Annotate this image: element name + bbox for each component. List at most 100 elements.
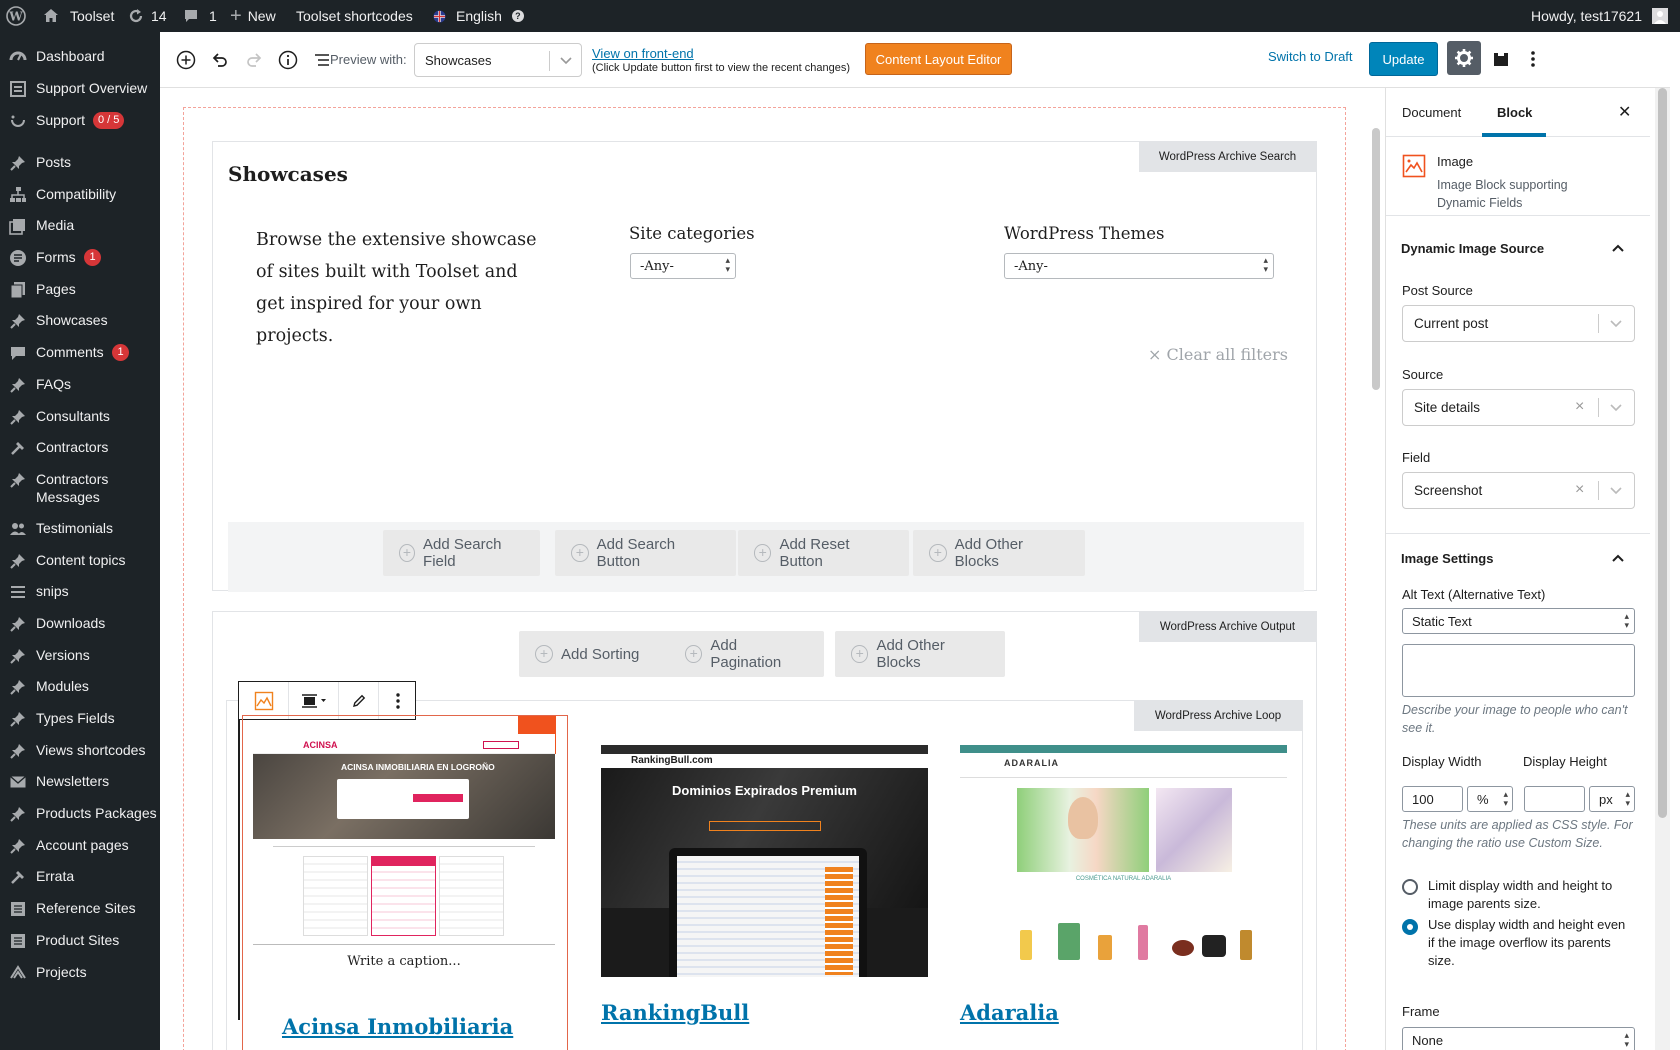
sidebar-item-posts[interactable]: Posts (0, 150, 160, 174)
page-scrollbar[interactable] (1655, 88, 1670, 1050)
sidebar-item-support-overview[interactable]: Support Overview (0, 76, 160, 100)
sidebar-item-contractors[interactable]: Contractors (0, 435, 160, 459)
sidebar-item-consultants[interactable]: Consultants (0, 404, 160, 428)
update-button[interactable]: Update (1369, 42, 1438, 76)
radio-limit-size[interactable] (1402, 879, 1418, 895)
frame-select[interactable]: None ▴ ▾ (1402, 1027, 1635, 1050)
undo-button[interactable] (204, 44, 236, 76)
radio-use-display-size[interactable] (1402, 919, 1418, 935)
card-title-acinsa[interactable]: Acinsa Inmobiliaria (282, 1014, 513, 1039)
plus-circle-icon: + (399, 544, 416, 562)
source-select[interactable]: Site details × (1402, 389, 1635, 426)
sidebar-item-showcases[interactable]: Showcases (0, 308, 160, 332)
sidebar-item-content-topics[interactable]: Content topics (0, 548, 160, 572)
sidebar-item-downloads[interactable]: Downloads (0, 611, 160, 635)
updates-link[interactable]: 14 (127, 0, 167, 32)
new-content-link[interactable]: + New (230, 0, 276, 32)
add-search-button-button[interactable]: + Add Search Button (555, 530, 736, 576)
display-width-input[interactable]: 100 (1402, 786, 1463, 812)
sidebar-item-contractors-messages[interactable]: Contractors Messages (0, 467, 160, 507)
sidebar-item-comments[interactable]: Comments 1 (0, 340, 160, 364)
edit-button[interactable] (339, 682, 378, 719)
clear-icon[interactable]: × (1575, 481, 1584, 499)
sidebar-item-errata[interactable]: Errata (0, 864, 160, 888)
add-block-button[interactable] (170, 44, 202, 76)
sidebar-item-pages[interactable]: Pages (0, 277, 160, 301)
display-height-unit-select[interactable]: px ▴ ▾ (1589, 786, 1635, 812)
sidebar-item-support[interactable]: Support 0 / 5 (0, 108, 160, 132)
themes-select[interactable]: -Any- ▴ ▾ (1004, 253, 1274, 279)
sidebar-item-label: Consultants (36, 408, 110, 424)
sidebar-item-snips[interactable]: snips (0, 579, 160, 603)
settings-button[interactable] (1447, 41, 1481, 75)
my-account[interactable]: Howdy, test17621 (1531, 0, 1668, 32)
canvas-scrollbar[interactable] (1372, 128, 1380, 390)
field-select[interactable]: Screenshot × (1402, 472, 1635, 509)
height-unit-value: px (1599, 791, 1613, 807)
toolset-shortcodes-link[interactable]: Toolset shortcodes (296, 0, 413, 32)
add-pagination-button[interactable]: + Add Pagination (669, 631, 824, 677)
dynamic-source-title[interactable]: Dynamic Image Source (1401, 241, 1544, 256)
chevron-down-icon (1610, 403, 1622, 411)
sidebar-item-testimonials[interactable]: Testimonials (0, 516, 160, 540)
close-icon[interactable]: ✕ (1618, 102, 1631, 122)
sidebar-item-products-packages[interactable]: Products Packages (0, 801, 160, 825)
add-search-field-button[interactable]: + Add Search Field (383, 530, 540, 576)
sidebar-item-forms[interactable]: Forms 1 (0, 245, 160, 269)
add-reset-button-button[interactable]: + Add Reset Button (738, 530, 909, 576)
align-button[interactable] (289, 682, 339, 719)
display-height-input[interactable] (1524, 786, 1585, 812)
image-block-type-button[interactable] (239, 682, 289, 719)
alt-text-source-select[interactable]: Static Text ▴ ▾ (1402, 608, 1635, 634)
sidebar-item-dashboard[interactable]: Dashboard (0, 44, 160, 68)
sidebar-item-projects[interactable]: Projects (0, 960, 160, 984)
language-switcher[interactable]: English ? (433, 0, 524, 32)
card-title-adaralia[interactable]: Adaralia (960, 1000, 1059, 1025)
sidebar-item-types-fields[interactable]: Types Fields (0, 706, 160, 730)
sidebar-item-reference-sites[interactable]: Reference Sites (0, 896, 160, 920)
clear-icon[interactable]: × (1575, 398, 1584, 416)
wordpress-logo-icon[interactable]: W (6, 0, 26, 32)
site-name-link[interactable]: Toolset (42, 0, 114, 32)
sidebar-item-faqs[interactable]: FAQs (0, 372, 160, 396)
help-icon[interactable]: ? (511, 10, 524, 22)
add-other-blocks-button[interactable]: + Add Other Blocks (913, 530, 1085, 576)
switch-to-draft-button[interactable]: Switch to Draft (1268, 49, 1353, 64)
tab-document[interactable]: Document (1402, 105, 1461, 120)
sidebar-item-versions[interactable]: Versions (0, 643, 160, 667)
comments-link[interactable]: 1 (183, 0, 217, 32)
toolset-panel-button[interactable] (1485, 43, 1517, 75)
block-more-button[interactable] (378, 682, 416, 719)
projects-icon (8, 963, 28, 983)
sidebar-item-modules[interactable]: Modules (0, 674, 160, 698)
plus-circle-icon: + (929, 544, 947, 562)
post-source-select[interactable]: Current post (1402, 305, 1635, 342)
add-other-blocks-button[interactable]: + Add Other Blocks (835, 631, 1005, 677)
site-categories-select[interactable]: -Any- ▴ ▾ (630, 253, 736, 279)
sidebar-item-compatibility[interactable]: Compatibility (0, 182, 160, 206)
add-sorting-button[interactable]: + Add Sorting (519, 631, 674, 677)
info-button[interactable] (272, 44, 304, 76)
sidebar-item-account-pages[interactable]: Account pages (0, 833, 160, 857)
archive-search-block[interactable]: WordPress Archive Search Showcases Brows… (212, 141, 1317, 592)
chevron-up-icon[interactable] (1611, 243, 1625, 253)
image-settings-title[interactable]: Image Settings (1401, 551, 1493, 566)
content-layout-editor-button[interactable]: Content Layout Editor (865, 43, 1012, 75)
clear-filters-link[interactable]: × Clear all filters (1148, 345, 1288, 364)
chevron-up-icon[interactable] (1611, 553, 1625, 563)
sidebar-item-product-sites[interactable]: Product Sites (0, 928, 160, 952)
tab-block[interactable]: Block (1497, 105, 1532, 120)
caption-input[interactable]: Write a caption... (253, 954, 555, 969)
preview-select[interactable]: Showcases (414, 43, 582, 77)
sidebar-item-views-shortcodes[interactable]: Views shortcodes (0, 738, 160, 762)
users-icon (8, 519, 28, 539)
alt-text-textarea[interactable] (1402, 644, 1635, 697)
plus-circle-icon: + (535, 645, 553, 663)
view-on-frontend-link[interactable]: View on front-end (592, 46, 694, 61)
card-title-rankingbull[interactable]: RankingBull (601, 1000, 749, 1025)
sidebar-item-media[interactable]: Media (0, 213, 160, 237)
display-width-unit-select[interactable]: % ▴ ▾ (1467, 786, 1513, 812)
sidebar-item-newsletters[interactable]: Newsletters (0, 769, 160, 793)
more-options-button[interactable] (1517, 43, 1549, 75)
redo-button[interactable] (238, 44, 270, 76)
